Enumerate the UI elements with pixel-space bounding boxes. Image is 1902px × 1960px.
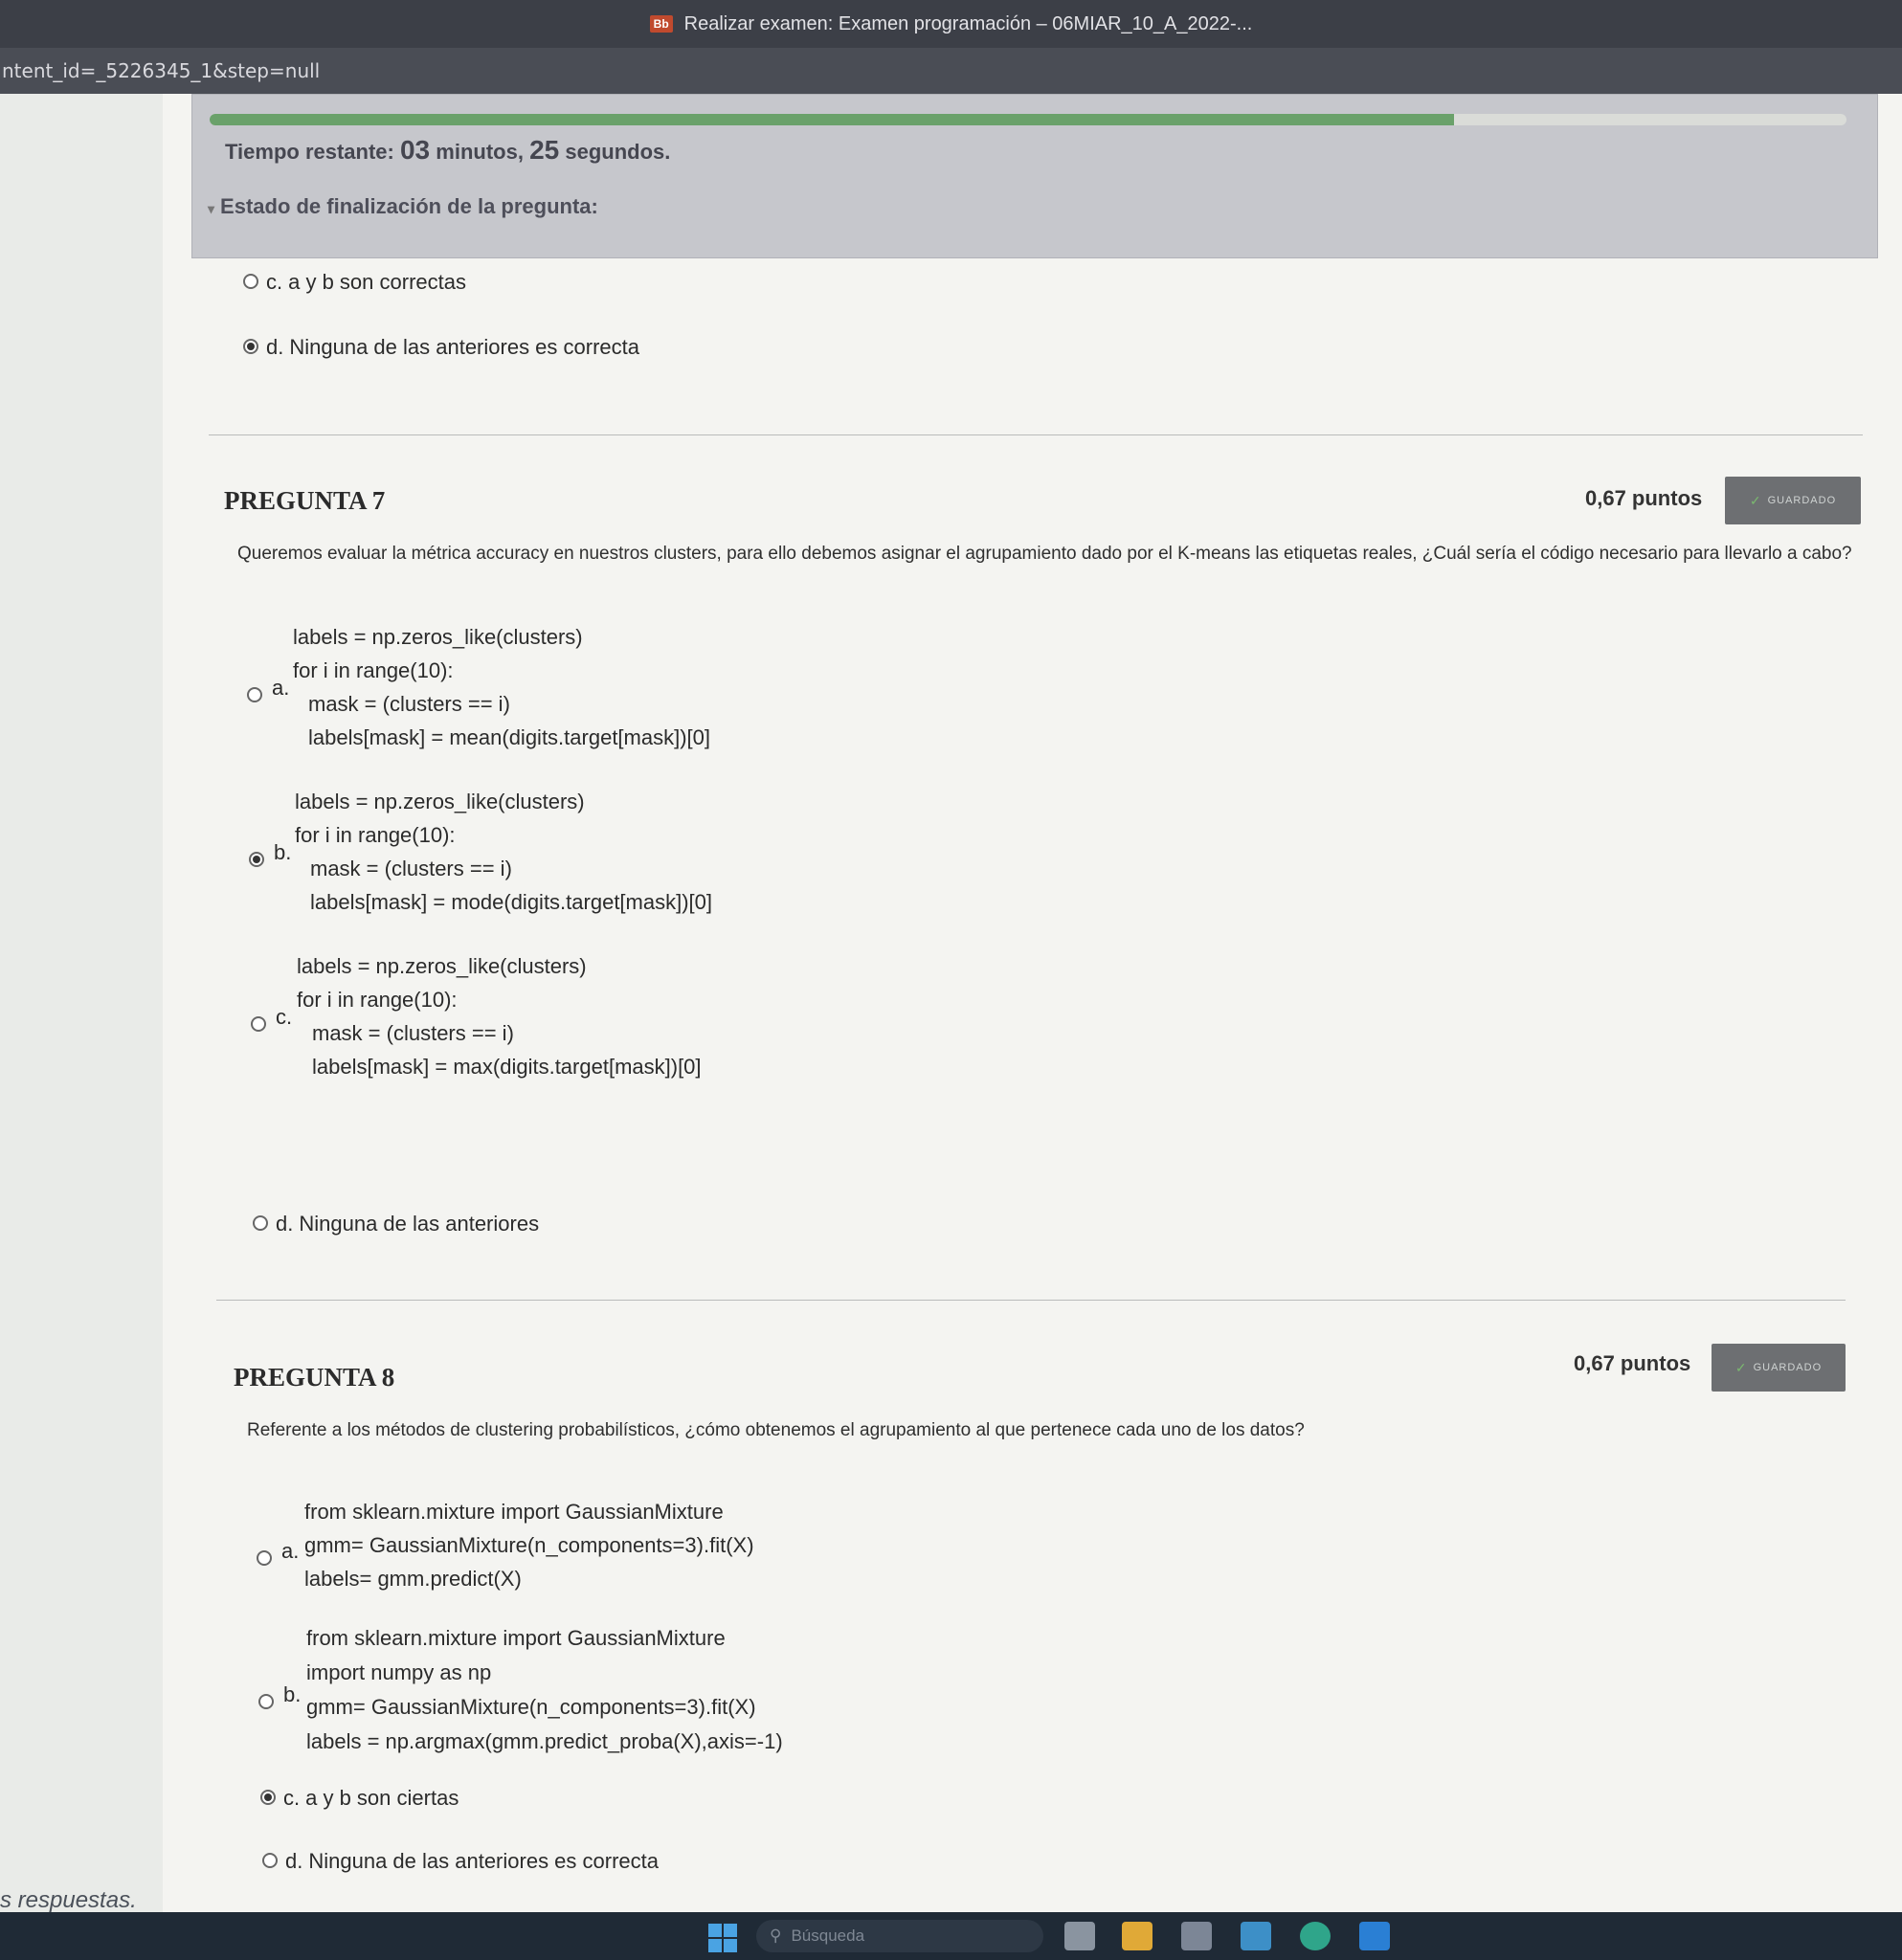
option-text: Ninguna de las anteriores es correcta [308,1849,660,1873]
q8-option-b-code[interactable]: from sklearn.mixture import GaussianMixt… [306,1621,783,1759]
windows-start-icon[interactable] [708,1924,737,1952]
q7-option-d[interactable]: d. Ninguna de las anteriores [253,1212,539,1236]
completion-status-toggle[interactable]: ▾ Estado de finalización de la pregunta: [208,194,598,219]
expand-icon: ▾ [208,201,215,216]
option-letter: d. [266,335,284,359]
window-title-bar: Bb Realizar examen: Examen programación … [0,0,1902,48]
q7-option-c-code[interactable]: labels = np.zeros_like(clusters) for i i… [297,949,702,1083]
task-view-icon[interactable] [1064,1922,1095,1950]
option-text: a y b son ciertas [305,1786,459,1810]
q8-option-d[interactable]: d. Ninguna de las anteriores es correcta [262,1849,659,1874]
time-progress-bar [210,114,1846,125]
time-progress-fill [210,114,1454,125]
search-icon: ⚲ [770,1927,782,1945]
code-line: labels[mask] = mean(digits.target[mask])… [308,725,710,749]
seconds-value: 25 [529,135,560,165]
code-line: import numpy as np [306,1660,492,1684]
left-gutter [0,94,163,1912]
timer-panel: Tiempo restante: 03 minutos, 25 segundos… [191,94,1878,258]
store-icon[interactable] [1181,1922,1212,1950]
question-7-saved-badge: ✓ GUARDADO [1725,477,1861,524]
code-line: from sklearn.mixture import GaussianMixt… [306,1626,726,1650]
code-line: from sklearn.mixture import GaussianMixt… [304,1500,724,1524]
q7-option-b-letter[interactable]: b. [274,840,291,865]
code-line: labels = np.zeros_like(clusters) [295,790,585,813]
q8-option-b-letter[interactable]: b. [283,1682,301,1707]
code-line: labels= gmm.predict(X) [304,1567,522,1591]
code-line: gmm= GaussianMixture(n_components=3).fit… [306,1695,756,1719]
radio-button-selected[interactable] [260,1790,276,1805]
q8-option-a-radio[interactable] [257,1550,272,1566]
blackboard-icon: Bb [649,15,673,33]
divider [209,434,1863,435]
option-letter: c. [283,1786,301,1810]
question-7-title: PREGUNTA 7 [224,486,386,515]
radio-button[interactable] [253,1215,268,1231]
code-line: for i in range(10): [295,823,456,847]
window-title: Realizar examen: Examen programación – 0… [683,12,1253,34]
divider [216,1300,1846,1301]
saved-label: GUARDADO [1767,495,1837,506]
option-letter: d. [276,1212,294,1236]
seconds-unit: segundos. [565,140,671,164]
option-text: a y b son correctas [288,270,466,294]
weather-icon[interactable] [1241,1922,1271,1950]
q8-option-a-letter[interactable]: a. [281,1539,299,1564]
question-7-text: Queremos evaluar la métrica accuracy en … [237,544,1852,564]
prev-option-d[interactable]: d. Ninguna de las anteriores es correcta [243,335,639,360]
prev-option-c[interactable]: c. a y b son correctas [243,270,466,295]
code-line: mask = (clusters == i) [310,857,512,880]
q7-option-b-code[interactable]: labels = np.zeros_like(clusters) for i i… [295,785,712,919]
exam-content: Tiempo restante: 03 minutos, 25 segundos… [163,94,1902,1912]
code-line: labels = np.zeros_like(clusters) [293,625,583,649]
q8-option-b-radio[interactable] [258,1694,274,1709]
radio-button[interactable] [262,1853,278,1868]
q7-option-c-letter[interactable]: c. [276,1005,292,1030]
question-7-points: 0,67 puntos [1585,486,1703,510]
q7-option-a-letter[interactable]: a. [272,676,289,701]
q8-option-a-code[interactable]: from sklearn.mixture import GaussianMixt… [304,1495,754,1595]
taskbar-search[interactable]: ⚲ Búsqueda [756,1920,1043,1952]
q8-option-c[interactable]: c. a y b son ciertas [260,1786,459,1811]
code-line: gmm= GaussianMixture(n_components=3).fit… [304,1533,754,1557]
q7-option-b-radio-selected[interactable] [249,852,264,867]
minutes-value: 03 [399,135,431,165]
vscode-icon[interactable] [1359,1922,1390,1950]
taskbar: ⚲ Búsqueda [0,1912,1902,1960]
code-line: labels[mask] = mode(digits.target[mask])… [310,890,712,914]
question-8-saved-badge: ✓ GUARDADO [1712,1344,1846,1392]
completion-status-label: Estado de finalización de la pregunta: [220,194,598,218]
code-line: mask = (clusters == i) [312,1021,514,1045]
time-remaining: Tiempo restante: 03 minutos, 25 segundos… [225,135,670,166]
check-icon: ✓ [1734,1359,1748,1375]
q7-option-a-code[interactable]: labels = np.zeros_like(clusters) for i i… [293,620,710,754]
option-letter: d. [285,1849,303,1873]
code-line: labels = np.argmax(gmm.predict_proba(X),… [306,1729,783,1753]
search-placeholder: Búsqueda [791,1927,865,1945]
edge-browser-icon[interactable] [1300,1922,1331,1950]
radio-button[interactable] [243,274,258,289]
option-text: Ninguna de las anteriores es correcta [289,335,640,359]
code-line: mask = (clusters == i) [308,692,510,716]
code-line: for i in range(10): [293,658,454,682]
q7-option-a-radio[interactable] [247,687,262,702]
file-explorer-icon[interactable] [1122,1922,1152,1950]
radio-button-selected[interactable] [243,339,258,354]
code-line: labels[mask] = max(digits.target[mask])[… [312,1055,702,1079]
saved-label: GUARDADO [1753,1362,1823,1373]
code-line: labels = np.zeros_like(clusters) [297,954,587,978]
code-line: for i in range(10): [297,988,458,1012]
minutes-unit: minutos, [436,140,524,164]
question-8-text: Referente a los métodos de clustering pr… [247,1420,1305,1440]
option-text: Ninguna de las anteriores [299,1212,540,1236]
question-8-points: 0,67 puntos [1574,1351,1691,1375]
time-remaining-label: Tiempo restante: [225,140,394,164]
option-letter: c. [266,270,283,294]
q7-option-c-radio[interactable] [251,1016,266,1032]
footer-note: s respuestas. [0,1887,137,1913]
check-icon: ✓ [1749,492,1762,508]
question-8-title: PREGUNTA 8 [234,1363,395,1392]
address-bar[interactable]: ntent_id=_5226345_1&step=null [0,48,1902,94]
